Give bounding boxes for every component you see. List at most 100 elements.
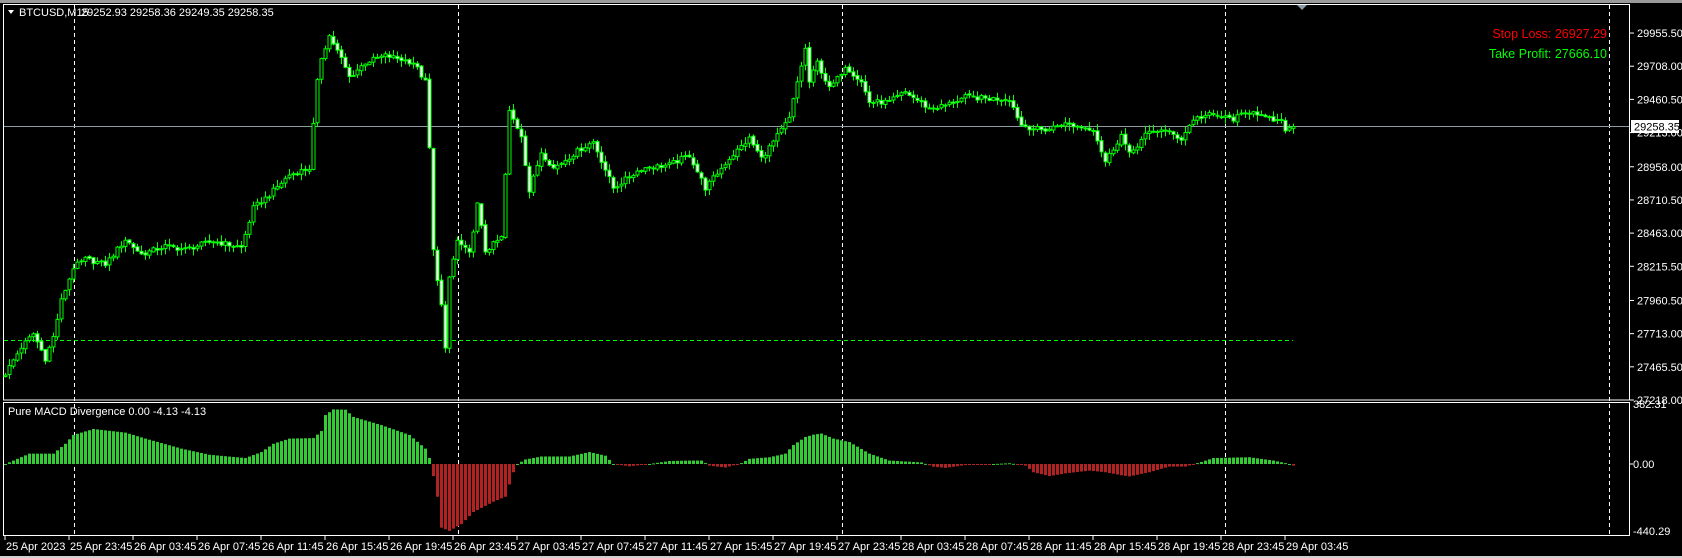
candle-body [111, 255, 116, 259]
histogram-bar [896, 461, 899, 464]
candle-body [715, 173, 720, 177]
candle-body [347, 66, 352, 78]
histogram-bar [224, 456, 227, 464]
histogram-bar [1136, 464, 1139, 475]
candle-body [799, 65, 804, 82]
histogram-bar [764, 457, 767, 464]
histogram-bar [760, 457, 763, 464]
candle-body [219, 241, 224, 246]
histogram-bar [688, 460, 691, 464]
candle-body [939, 104, 944, 109]
candle-body [483, 224, 488, 253]
candle-body [1079, 126, 1084, 129]
candle-body [15, 353, 20, 361]
histogram-bar [1196, 463, 1199, 465]
time-tick-label: 26 Apr 11:45 [262, 541, 324, 553]
candle-body [203, 240, 208, 243]
histogram-bar [1128, 464, 1131, 477]
candle-body [1023, 124, 1028, 128]
histogram-bar [848, 442, 851, 464]
histogram-bar [1032, 464, 1035, 473]
time-tick-label: 28 Apr 19:45 [1158, 541, 1220, 553]
histogram-bar [1036, 464, 1039, 474]
histogram-bar [132, 434, 135, 464]
histogram-bar [1256, 458, 1259, 464]
histogram-bar [212, 455, 215, 464]
histogram-bar [228, 456, 231, 464]
histogram-bar [996, 463, 999, 465]
histogram-bar [544, 456, 547, 464]
histogram-bar [184, 449, 187, 464]
candle-body [983, 95, 988, 99]
histogram-bar [620, 464, 623, 466]
candle-body [1219, 116, 1224, 119]
histogram-bar [980, 464, 983, 465]
histogram-bar [652, 463, 655, 465]
candle-body [23, 340, 28, 350]
histogram-bar [148, 439, 151, 464]
candle-body [251, 205, 256, 223]
candle-body [1183, 131, 1188, 141]
candle [499, 235, 504, 241]
candle-body [463, 244, 468, 248]
candle-body [1211, 113, 1216, 116]
candle-body [515, 118, 520, 129]
candle-body [355, 69, 360, 76]
indicator-tick-label: 0.00 [1633, 459, 1654, 471]
trading-chart[interactable]: BTCUSD,M15 29252.93 29258.36 29249.35 29… [0, 0, 1682, 558]
histogram-bar [1060, 464, 1063, 475]
histogram-bar [200, 452, 203, 464]
histogram-bar [748, 458, 751, 464]
candle-body [811, 69, 816, 83]
histogram-bar [112, 431, 115, 464]
histogram-bar [880, 457, 883, 464]
candle-body [63, 289, 68, 300]
histogram-bar [704, 463, 707, 465]
histogram-bar [708, 464, 711, 466]
histogram-bar [304, 438, 307, 464]
candle-body [1067, 122, 1072, 125]
histogram-bar [1088, 464, 1091, 471]
candle-body [723, 164, 728, 169]
candle-body [427, 78, 432, 149]
histogram-bar [136, 436, 139, 464]
histogram-bar [164, 444, 167, 464]
candle [115, 246, 120, 260]
histogram-bar [188, 450, 191, 464]
histogram-bar [676, 460, 679, 464]
histogram-bar [128, 433, 131, 464]
histogram-bar [276, 442, 279, 464]
candle-body [1263, 114, 1268, 118]
histogram-bar [1212, 458, 1215, 464]
histogram-bar [644, 464, 647, 465]
histogram-bar [888, 460, 891, 464]
histogram-bar [820, 433, 823, 464]
histogram-bar [472, 464, 475, 513]
candle-body [843, 67, 848, 76]
candle-body [319, 58, 324, 80]
histogram-bar [380, 425, 383, 464]
candle-body [623, 176, 628, 185]
candle-body [795, 81, 800, 99]
candle-body [1075, 125, 1080, 128]
histogram-bar [440, 464, 443, 528]
histogram-bar [1176, 464, 1179, 467]
candle-body [1227, 114, 1232, 118]
histogram-bar [180, 448, 183, 464]
histogram-bar [884, 459, 887, 464]
histogram-bar [1124, 464, 1127, 476]
histogram-bar [1044, 464, 1047, 476]
candle-body [1231, 116, 1236, 122]
histogram-bar [268, 446, 271, 464]
histogram-bar [156, 441, 159, 464]
candle-body [599, 151, 604, 163]
price-tick-label: 27713.00 [1637, 329, 1682, 341]
candle-body [975, 96, 980, 101]
candle-body [815, 60, 820, 72]
histogram-bar [908, 461, 911, 464]
candle-body [539, 152, 544, 167]
candle-body [451, 258, 456, 277]
candle-body [611, 176, 616, 189]
histogram-bar [116, 431, 119, 464]
candle-body [231, 245, 236, 248]
